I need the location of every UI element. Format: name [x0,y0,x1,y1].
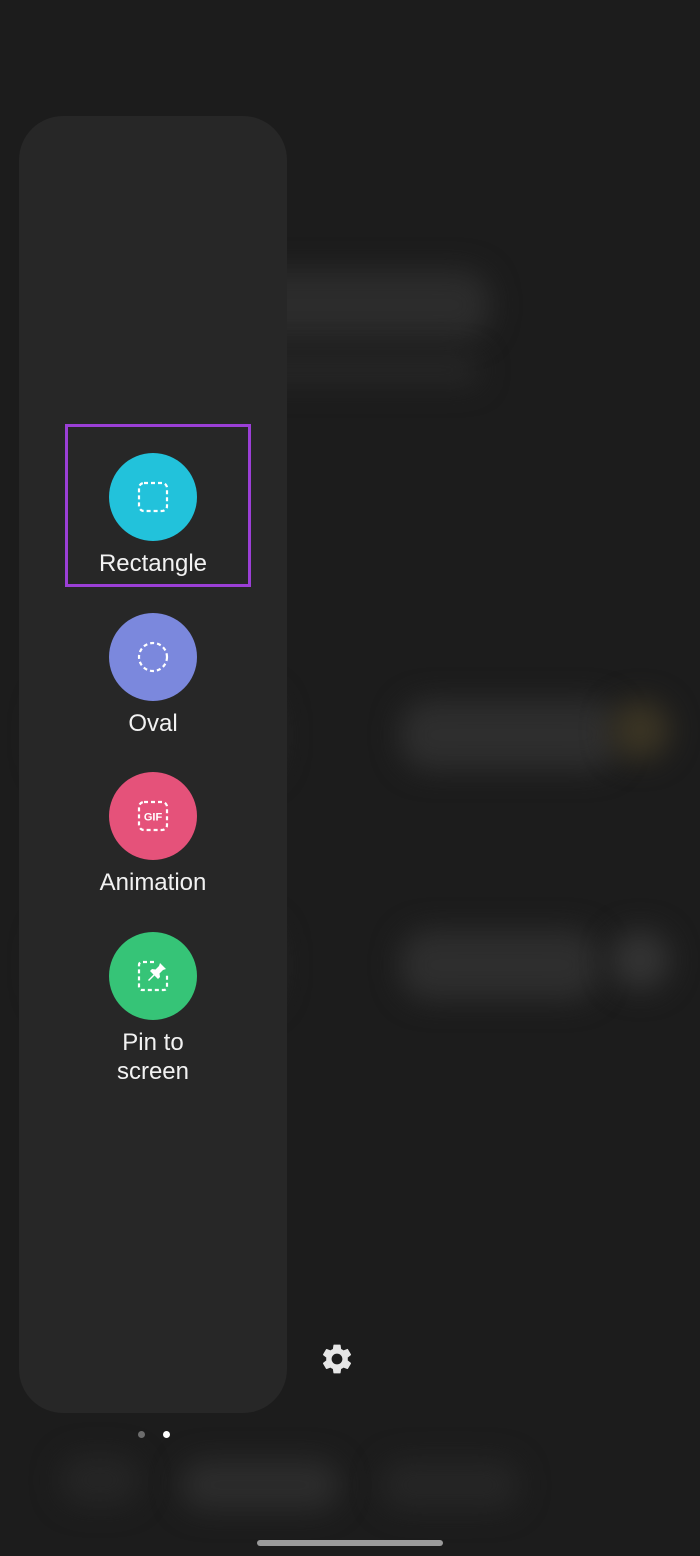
settings-button[interactable] [318,1340,356,1378]
background-blur [610,700,670,760]
background-blur [380,1460,520,1510]
background-blur [400,700,620,770]
tool-pin-label: Pin to screen [116,1029,190,1085]
page-dot-1[interactable] [138,1431,145,1438]
tool-rectangle-label: Rectangle [98,550,208,577]
smart-select-panel [19,116,287,1413]
page-dot-2-active[interactable] [163,1431,170,1438]
gif-icon: GIF [137,800,169,832]
background-blur [60,1455,140,1505]
home-gesture-bar[interactable] [257,1540,443,1546]
tool-oval-label: Oval [128,710,178,737]
tool-oval[interactable]: Oval [19,613,287,738]
background-blur [400,930,600,1000]
dashed-circle-icon [137,641,169,673]
tool-animation[interactable]: GIF Animation [19,772,287,897]
svg-text:GIF: GIF [144,812,163,824]
dashed-rectangle-icon [137,481,169,513]
pin-icon [137,960,169,992]
background-blur [180,1460,340,1510]
tool-rectangle-button[interactable] [109,453,197,541]
tool-oval-button[interactable] [109,613,197,701]
page-indicator [138,1431,170,1438]
tool-pin-button[interactable] [109,932,197,1020]
tool-pin-to-screen[interactable]: Pin to screen [19,932,287,1086]
background-blur [610,930,670,990]
tool-animation-button[interactable]: GIF [109,772,197,860]
tool-rectangle[interactable]: Rectangle [19,453,287,578]
screen: Rectangle Oval GIF Animation Pin to scre… [0,0,700,1556]
gear-icon [322,1344,352,1374]
tool-animation-label: Animation [99,869,207,896]
